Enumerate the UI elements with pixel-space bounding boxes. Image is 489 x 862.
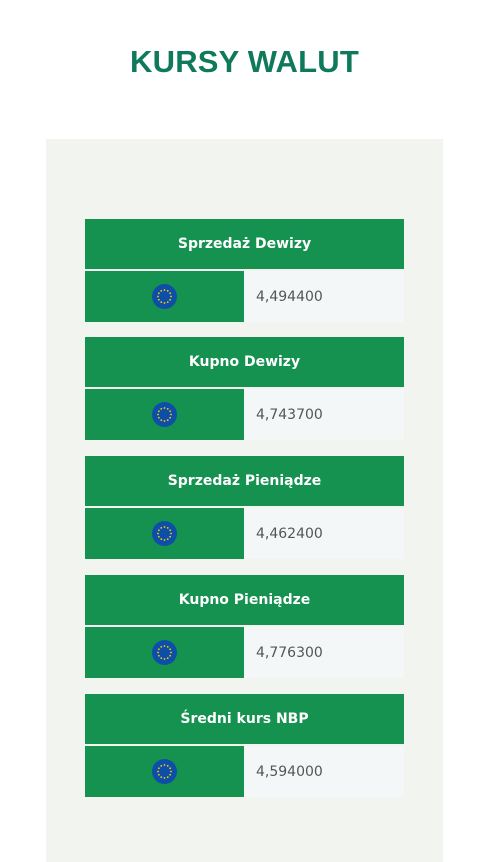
rate-value: 4,594000 [244,746,404,797]
currency-rates-panel: Sprzedaż Dewizy 4,494400 Kupno Dewizy 4,… [46,139,443,862]
currency-cell [85,508,244,559]
eu-flag-icon [152,640,177,665]
eu-flag-icon [152,521,177,546]
rate-header: Sprzedaż Dewizy [85,219,404,269]
currency-cell [85,271,244,322]
rate-value: 4,743700 [244,389,404,440]
rate-header: Kupno Pieniądze [85,575,404,625]
rate-row: 4,462400 [85,508,404,559]
rate-header: Średni kurs NBP [85,694,404,744]
rate-row: 4,494400 [85,271,404,322]
eu-flag-icon [152,759,177,784]
page-title: KURSY WALUT [130,44,359,79]
rate-header: Kupno Dewizy [85,337,404,387]
currency-cell [85,389,244,440]
rate-row: 4,776300 [85,627,404,678]
rate-header: Sprzedaż Pieniądze [85,456,404,506]
rate-value: 4,494400 [244,271,404,322]
rate-card-buy-foreign-exchange: Kupno Dewizy 4,743700 [85,337,404,440]
eu-flag-icon [152,402,177,427]
rate-card-buy-cash: Kupno Pieniądze 4,776300 [85,575,404,678]
rate-card-sell-foreign-exchange: Sprzedaż Dewizy 4,494400 [85,219,404,322]
currency-cell [85,746,244,797]
rate-row: 4,594000 [85,746,404,797]
rate-card-sell-cash: Sprzedaż Pieniądze 4,462400 [85,456,404,559]
currency-cell [85,627,244,678]
rate-card-nbp-average: Średni kurs NBP 4,594000 [85,694,404,797]
rate-value: 4,776300 [244,627,404,678]
rate-value: 4,462400 [244,508,404,559]
eu-flag-icon [152,284,177,309]
rate-row: 4,743700 [85,389,404,440]
